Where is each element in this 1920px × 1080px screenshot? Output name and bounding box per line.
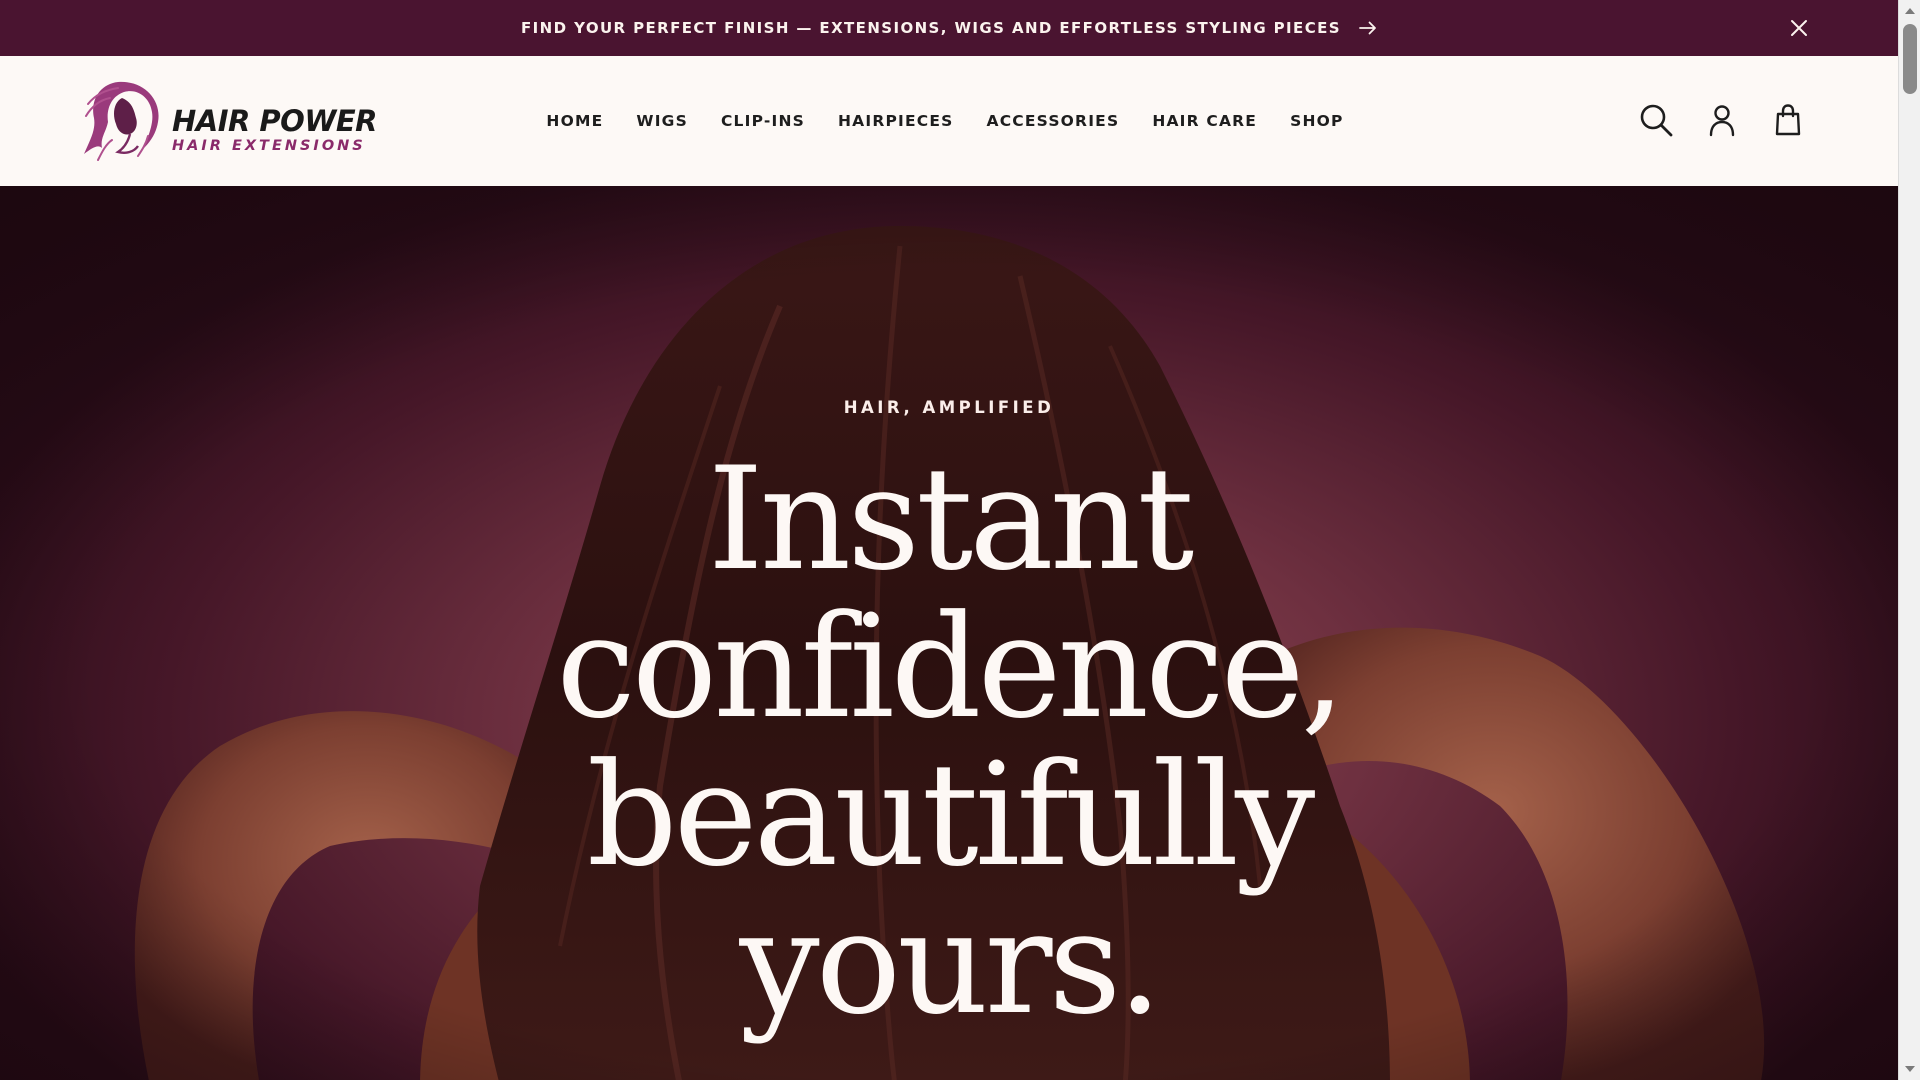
announcement-bar: FIND YOUR PERFECT FINISH — EXTENSIONS, W… [0, 0, 1898, 56]
nav-item-shop[interactable]: SHOP [1290, 112, 1343, 130]
arrow-right-icon [1359, 21, 1376, 35]
logo-subtitle: HAIR EXTENSIONS [172, 138, 366, 154]
scroll-down-arrow-icon[interactable] [1904, 1064, 1916, 1074]
site-header: HAIR POWER HAIR EXTENSIONS HOME WIGS CLI… [0, 56, 1898, 186]
announcement-link[interactable]: FIND YOUR PERFECT FINISH — EXTENSIONS, W… [521, 19, 1377, 37]
nav-item-accessories[interactable]: ACCESSORIES [987, 112, 1120, 130]
nav-item-clip-ins[interactable]: CLIP-INS [721, 112, 805, 130]
nav-item-home[interactable]: HOME [546, 112, 603, 130]
hero-headline-line: yours. [739, 881, 1162, 1046]
woman-silhouette-logo-icon [84, 81, 159, 161]
cart-bag-icon[interactable] [1770, 102, 1806, 138]
logo[interactable]: HAIR POWER HAIR EXTENSIONS [78, 74, 377, 168]
hero-headline-line: beautifully [586, 733, 1316, 898]
search-icon[interactable] [1638, 102, 1674, 138]
announcement-text: FIND YOUR PERFECT FINISH — EXTENSIONS, W… [521, 19, 1341, 37]
page: FIND YOUR PERFECT FINISH — EXTENSIONS, W… [0, 0, 1898, 1080]
scrollbar-thumb[interactable] [1903, 24, 1917, 94]
account-icon[interactable] [1704, 102, 1740, 138]
close-icon[interactable] [1788, 17, 1810, 39]
page-scrollbar[interactable] [1898, 0, 1920, 1080]
hero-kicker: HAIR, AMPLIFIED [843, 398, 1055, 417]
logo-title: HAIR POWER [172, 104, 377, 138]
hero-headline-line: confidence, [556, 585, 1346, 750]
hero-banner: HAIR, AMPLIFIED Instant confidence, beau… [0, 186, 1898, 1080]
scroll-up-arrow-icon[interactable] [1904, 6, 1916, 16]
hero-headline: Instant confidence, beautifully yours. [0, 446, 1898, 1038]
nav-item-hairpieces[interactable]: HAIRPIECES [838, 112, 954, 130]
hero-headline-line: Instant [707, 437, 1195, 602]
nav-item-hair-care[interactable]: HAIR CARE [1152, 112, 1257, 130]
nav-item-wigs[interactable]: WIGS [636, 112, 688, 130]
